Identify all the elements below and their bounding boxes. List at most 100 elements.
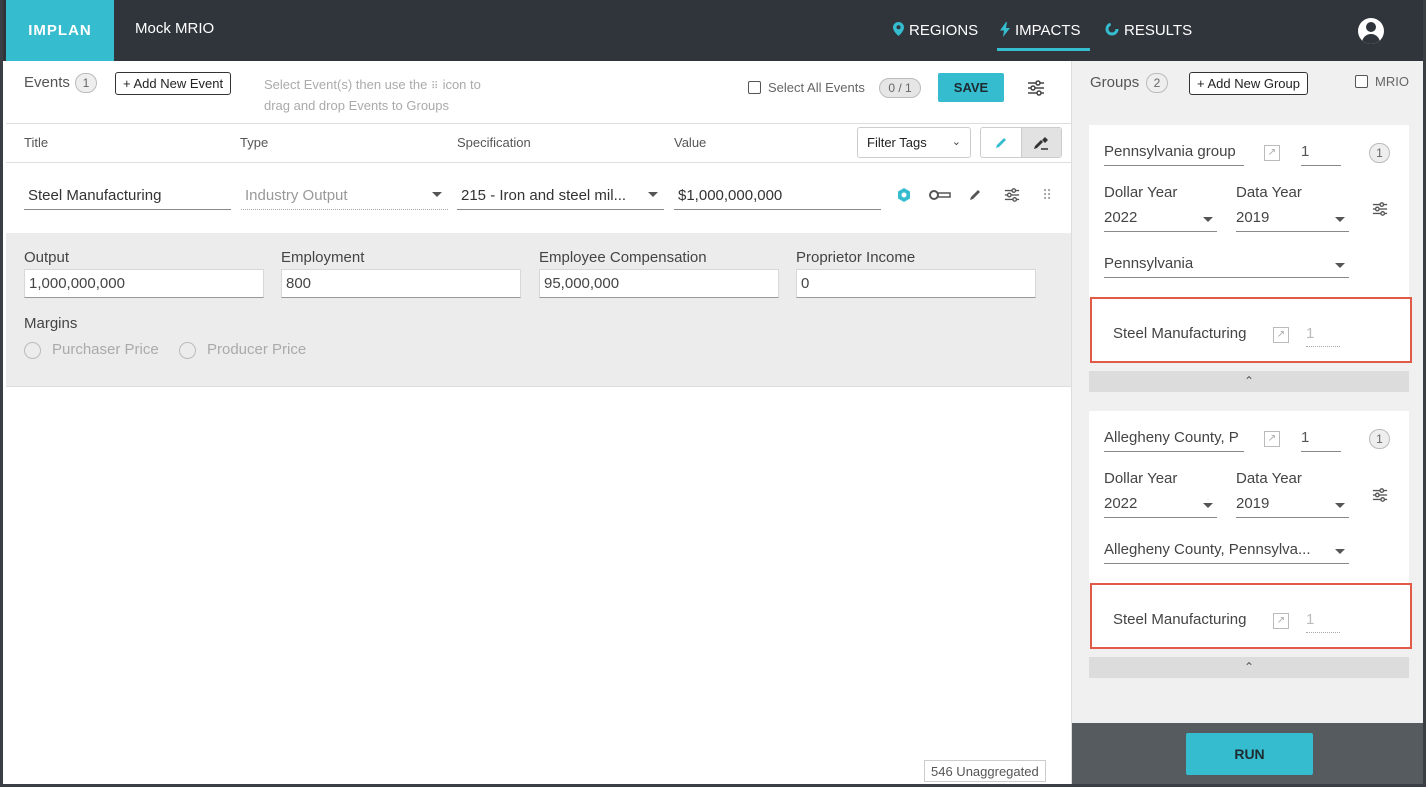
- settings-sliders-icon[interactable]: [1027, 79, 1045, 102]
- add-new-group-button[interactable]: + Add New Group: [1189, 72, 1308, 95]
- nav-results[interactable]: RESULTS: [1105, 0, 1192, 61]
- user-avatar-icon[interactable]: [1358, 18, 1384, 44]
- nav-results-label: RESULTS: [1124, 22, 1193, 39]
- external-link-icon[interactable]: ↗: [1264, 145, 1280, 161]
- mrio-label: MRIO: [1375, 74, 1409, 89]
- selected-count-badge: 0 / 1: [879, 78, 921, 98]
- proprietor-income-input[interactable]: 0: [796, 269, 1036, 298]
- output-input[interactable]: 1,000,000,000: [24, 269, 264, 298]
- group-name-field[interactable]: Pennsylvania group: [1104, 139, 1244, 166]
- caret-down-icon: [1335, 263, 1345, 268]
- events-count-badge: 1: [75, 73, 97, 93]
- map-pin-icon: [893, 22, 904, 39]
- bulk-edit-icon[interactable]: [1020, 128, 1061, 157]
- group-event-count-badge: 1: [1369, 429, 1390, 449]
- data-year-select[interactable]: 2019: [1236, 491, 1349, 518]
- edit-pencil-icon[interactable]: [968, 187, 983, 206]
- run-footer: RUN: [1072, 723, 1423, 784]
- events-label: Events: [24, 74, 70, 91]
- external-link-icon[interactable]: ↗: [1264, 431, 1280, 447]
- select-all-checkbox[interactable]: [748, 81, 761, 94]
- add-new-event-button[interactable]: + Add New Event: [115, 72, 232, 95]
- producer-price-radio[interactable]: [179, 342, 196, 359]
- event-type-select[interactable]: Industry Output: [241, 183, 448, 210]
- group-event-scale[interactable]: 1: [1306, 321, 1340, 347]
- unaggregated-count: 546 Unaggregated: [924, 760, 1046, 782]
- nav-impacts-label: IMPACTS: [1015, 22, 1081, 39]
- group-event-name: Steel Manufacturing: [1113, 325, 1247, 342]
- dollar-year-label: Dollar Year: [1104, 470, 1178, 487]
- col-type: Type: [240, 135, 269, 150]
- data-year-value: 2019: [1236, 209, 1270, 226]
- edit-pencil-icon[interactable]: [981, 128, 1021, 157]
- event-value-field[interactable]: $1,000,000,000: [674, 183, 881, 210]
- external-link-icon[interactable]: ↗: [1273, 327, 1289, 343]
- group-event-scale[interactable]: 1: [1306, 607, 1340, 633]
- producer-price-label: Producer Price: [207, 341, 307, 358]
- group-settings-icon[interactable]: [1372, 201, 1388, 222]
- run-button[interactable]: RUN: [1186, 733, 1313, 775]
- tag-key-icon[interactable]: [928, 187, 952, 207]
- event-title-field[interactable]: Steel Manufacturing: [24, 183, 231, 210]
- filter-tags-dropdown[interactable]: Filter Tags ⌄: [857, 127, 971, 158]
- chevron-down-icon: ⌄: [951, 136, 961, 148]
- chevron-up-icon: ⌃: [1243, 374, 1255, 388]
- save-button[interactable]: SAVE: [938, 73, 1004, 102]
- dollar-year-select[interactable]: 2022: [1104, 491, 1217, 518]
- select-all-label: Select All Events: [768, 80, 865, 95]
- region-select[interactable]: Pennsylvania: [1104, 251, 1349, 278]
- group-scale-field[interactable]: 1: [1301, 139, 1341, 166]
- active-tab-indicator: [997, 48, 1090, 51]
- caret-down-icon: [1335, 503, 1345, 508]
- event-specification-select[interactable]: 215 - Iron and steel mil...: [457, 183, 664, 210]
- mrio-toggle[interactable]: MRIO: [1355, 74, 1409, 89]
- group-event-count-badge: 1: [1369, 143, 1390, 163]
- region-value: Allegheny County, Pennsylva...: [1104, 541, 1311, 558]
- employee-compensation-input[interactable]: 95,000,000: [539, 269, 779, 298]
- purchaser-price-radio[interactable]: [24, 342, 41, 359]
- event-settings-icon[interactable]: [1004, 187, 1020, 207]
- group-event-name: Steel Manufacturing: [1113, 611, 1247, 628]
- dollar-year-value: 2022: [1104, 209, 1138, 226]
- dollar-year-value: 2022: [1104, 495, 1138, 512]
- groups-panel: Groups 2 + Add New Group MRIO Pennsylvan…: [1071, 61, 1423, 784]
- hexagon-icon[interactable]: [896, 187, 912, 207]
- collapse-group-button[interactable]: ⌃: [1089, 371, 1409, 392]
- group-settings-icon[interactable]: [1372, 487, 1388, 508]
- hint-line1: Select Event(s) then use the: [264, 77, 428, 92]
- hint-line1b: icon to: [442, 77, 481, 92]
- caret-down-icon: [1335, 217, 1345, 222]
- group-card: Pennsylvania group ↗ 1 1 Dollar Year Dat…: [1089, 125, 1409, 298]
- output-label: Output: [24, 249, 70, 266]
- events-column-headers: Title Type Specification Value Filter Ta…: [6, 123, 1071, 163]
- mrio-checkbox[interactable]: [1355, 75, 1368, 88]
- dollar-year-select[interactable]: 2022: [1104, 205, 1217, 232]
- caret-down-icon: [1335, 549, 1345, 554]
- collapse-group-button[interactable]: ⌃: [1089, 657, 1409, 678]
- view-toggle: [980, 127, 1062, 158]
- region-select[interactable]: Allegheny County, Pennsylva...: [1104, 537, 1349, 564]
- group-name-field[interactable]: Allegheny County, P: [1104, 425, 1244, 452]
- group-event-item[interactable]: Steel Manufacturing ↗ 1: [1090, 297, 1412, 363]
- external-link-icon[interactable]: ↗: [1273, 613, 1289, 629]
- region-value: Pennsylvania: [1104, 255, 1194, 272]
- employment-input[interactable]: 800: [281, 269, 521, 298]
- data-year-select[interactable]: 2019: [1236, 205, 1349, 232]
- hint-line2: drag and drop Events to Groups: [264, 98, 450, 113]
- implan-logo[interactable]: IMPLAN: [6, 0, 114, 61]
- project-title: Mock MRIO: [135, 20, 215, 37]
- caret-down-icon: [432, 192, 442, 197]
- lightning-icon: [1000, 21, 1010, 40]
- event-type-value: Industry Output: [245, 187, 348, 204]
- nav-regions[interactable]: REGIONS: [893, 0, 978, 61]
- group-event-item[interactable]: Steel Manufacturing ↗ 1: [1090, 583, 1412, 649]
- caret-down-icon: [648, 192, 658, 197]
- group-scale-field[interactable]: 1: [1301, 425, 1341, 452]
- nav-impacts[interactable]: IMPACTS: [1000, 0, 1081, 61]
- select-all-events[interactable]: Select All Events: [748, 80, 865, 95]
- data-year-value: 2019: [1236, 495, 1270, 512]
- drag-handle-icon: ⠿: [430, 81, 438, 92]
- drag-handle-icon[interactable]: ⠿: [1042, 187, 1052, 204]
- event-row[interactable]: Steel Manufacturing Industry Output 215 …: [6, 163, 1071, 233]
- drag-hint-text: Select Event(s) then use the ⠿ icon to d…: [264, 75, 514, 115]
